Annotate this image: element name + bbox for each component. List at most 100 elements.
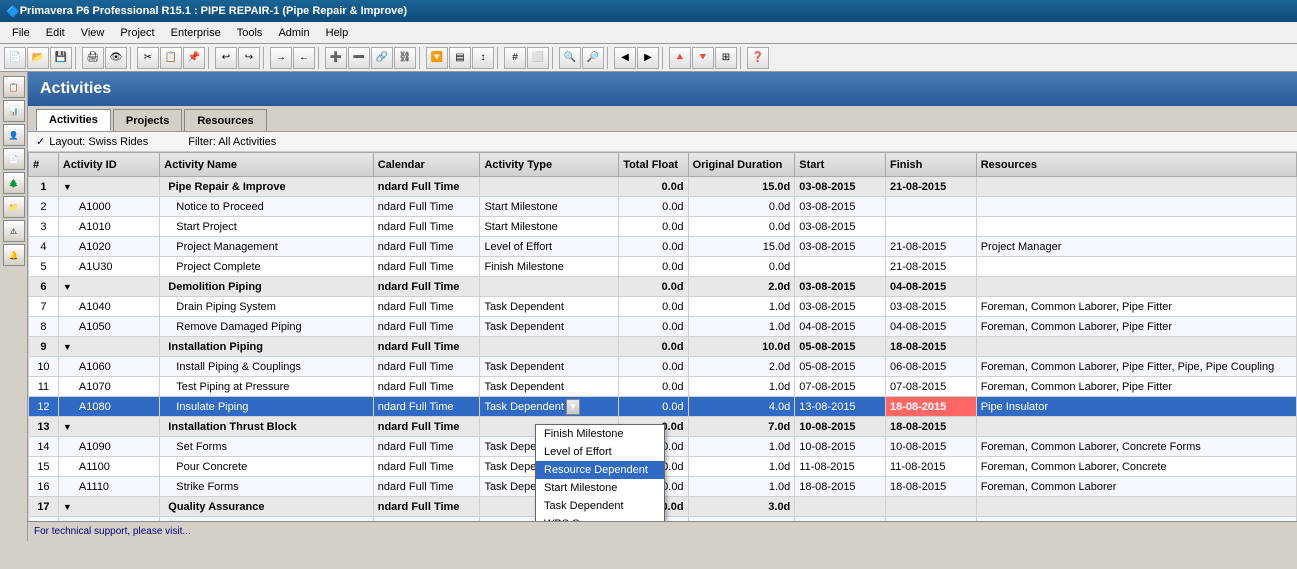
cell-res: Foreman, Common Laborer, Pipe Fitter, Pi… (976, 357, 1296, 377)
outdent-btn[interactable]: ← (293, 47, 315, 69)
dropdown-item[interactable]: Level of Effort (536, 443, 664, 461)
link-btn[interactable]: 🔗 (371, 47, 393, 69)
unlink-btn[interactable]: ⛓ (394, 47, 416, 69)
cell-tf: 0.0d (619, 197, 688, 217)
menu-tools[interactable]: Tools (229, 25, 271, 41)
new-btn[interactable]: 📄 (4, 47, 26, 69)
table-row[interactable]: 5A1U30Project Completendard Full TimeFin… (29, 257, 1297, 277)
menu-view[interactable]: View (73, 25, 113, 41)
dropdown-item[interactable]: WBS Summary (536, 515, 664, 521)
menu-admin[interactable]: Admin (270, 25, 317, 41)
menu-enterprise[interactable]: Enterprise (163, 25, 229, 41)
cell-acttype[interactable]: Task Dependent▼ (480, 397, 619, 417)
cut-btn[interactable]: ✂ (137, 47, 159, 69)
cell-actname: Write Quality Assurance Report (160, 517, 373, 522)
table-row[interactable]: 3A1010Start Projectndard Full TimeStart … (29, 217, 1297, 237)
expand-icon[interactable]: ▼ (63, 182, 72, 192)
sidebar-resources[interactable]: 👤 (3, 124, 25, 146)
search-btn[interactable]: 🔍 (559, 47, 581, 69)
preview-btn[interactable]: 👁 (105, 47, 127, 69)
zoom-in-btn[interactable]: 🔺 (669, 47, 691, 69)
title-bar: 🔷 Primavera P6 Professional R15.1 : PIPE… (0, 0, 1297, 22)
menu-edit[interactable]: Edit (38, 25, 73, 41)
tab-activities[interactable]: Activities (36, 109, 111, 131)
save-btn[interactable]: 💾 (50, 47, 72, 69)
table-row[interactable]: 8A1050Remove Damaged Pipingndard Full Ti… (29, 317, 1297, 337)
dropdown-item[interactable]: Finish Milestone (536, 425, 664, 443)
undo-btn[interactable]: ↩ (215, 47, 237, 69)
table-header: # Activity ID Activity Name Calendar Act… (29, 153, 1297, 177)
expand-icon[interactable]: ▼ (63, 422, 72, 432)
sidebar-gantt[interactable]: 📊 (3, 100, 25, 122)
sep8 (552, 47, 556, 69)
sidebar-wbs[interactable]: 🌲 (3, 172, 25, 194)
menu-file[interactable]: File (4, 25, 38, 41)
zoom-out-btn[interactable]: 🔻 (692, 47, 714, 69)
fit-btn[interactable]: ⊞ (715, 47, 737, 69)
columns-btn[interactable]: # (504, 47, 526, 69)
copy-btn[interactable]: 📋 (160, 47, 182, 69)
table-row[interactable]: 4A1020Project Managementndard Full TimeL… (29, 237, 1297, 257)
expand-icon[interactable]: ▼ (63, 282, 72, 292)
indent-btn[interactable]: → (270, 47, 292, 69)
table-row[interactable]: 7A1040Drain Piping Systemndard Full Time… (29, 297, 1297, 317)
sep2 (130, 47, 134, 69)
cell-cal: ndard Full Time (373, 517, 480, 522)
sidebar-reports[interactable]: 📄 (3, 148, 25, 170)
dropdown-item[interactable]: Start Milestone (536, 479, 664, 497)
cell-res (976, 417, 1296, 437)
activities-title: Activities (40, 80, 111, 98)
menu-help[interactable]: Help (318, 25, 357, 41)
activity-type-dropdown[interactable]: Finish MilestoneLevel of EffortResource … (535, 424, 665, 521)
delete-btn[interactable]: ➖ (348, 47, 370, 69)
table-row[interactable]: 12A1080Insulate Pipingndard Full TimeTas… (29, 397, 1297, 417)
cell-od: 2.0d (688, 357, 795, 377)
cell-num: 2 (29, 197, 59, 217)
cell-actid: A1110 (58, 477, 159, 497)
sort-btn[interactable]: ↕ (472, 47, 494, 69)
table-row[interactable]: 6▼Demolition Pipingndard Full Time0.0d2.… (29, 277, 1297, 297)
sep10 (662, 47, 666, 69)
acttype-dropdown-btn[interactable]: ▼ (566, 399, 580, 415)
sidebar-activities[interactable]: 📋 (3, 76, 25, 98)
tab-resources[interactable]: Resources (184, 109, 266, 131)
header-tf: Total Float (619, 153, 688, 177)
find-btn[interactable]: 🔎 (582, 47, 604, 69)
cell-actid: ▼ (58, 277, 159, 297)
redo-btn[interactable]: ↪ (238, 47, 260, 69)
cell-cal: ndard Full Time (373, 237, 480, 257)
filter-btn[interactable]: 🔽 (426, 47, 448, 69)
expand-icon[interactable]: ▼ (63, 502, 72, 512)
tab-projects[interactable]: Projects (113, 109, 182, 131)
help-btn[interactable]: ❓ (747, 47, 769, 69)
menu-project[interactable]: Project (112, 25, 162, 41)
sep1 (75, 47, 79, 69)
sidebar-risks[interactable]: ⚠ (3, 220, 25, 242)
dropdown-item[interactable]: Resource Dependent (536, 461, 664, 479)
paste-btn[interactable]: 📌 (183, 47, 205, 69)
layout-btn[interactable]: ⬜ (527, 47, 549, 69)
cell-actname: Drain Piping System (160, 297, 373, 317)
next-btn[interactable]: ▶ (637, 47, 659, 69)
open-btn[interactable]: 📂 (27, 47, 49, 69)
cell-num: 11 (29, 377, 59, 397)
header-actname: Activity Name (160, 153, 373, 177)
print-btn[interactable]: 🖨 (82, 47, 104, 69)
table-row[interactable]: 1▼Pipe Repair & Improvendard Full Time0.… (29, 177, 1297, 197)
group-btn[interactable]: ▤ (449, 47, 471, 69)
cell-od: 10.0d (688, 337, 795, 357)
sidebar-projects[interactable]: 📁 (3, 196, 25, 218)
sep5 (318, 47, 322, 69)
expand-icon[interactable]: ▼ (63, 342, 72, 352)
filter-label: Filter: All Activities (188, 136, 276, 148)
table-row[interactable]: 9▼Installation Pipingndard Full Time0.0d… (29, 337, 1297, 357)
table-row[interactable]: 2A1000Notice to Proceedndard Full TimeSt… (29, 197, 1297, 217)
cell-start: 07-08-2015 (795, 377, 886, 397)
add-activity-btn[interactable]: ➕ (325, 47, 347, 69)
prev-btn[interactable]: ◀ (614, 47, 636, 69)
sidebar-issues[interactable]: 🔔 (3, 244, 25, 266)
cell-tf: 0.0d (619, 257, 688, 277)
dropdown-item[interactable]: Task Dependent (536, 497, 664, 515)
table-row[interactable]: 10A1060Install Piping & Couplingsndard F… (29, 357, 1297, 377)
table-row[interactable]: 11A1070Test Piping at Pressurendard Full… (29, 377, 1297, 397)
